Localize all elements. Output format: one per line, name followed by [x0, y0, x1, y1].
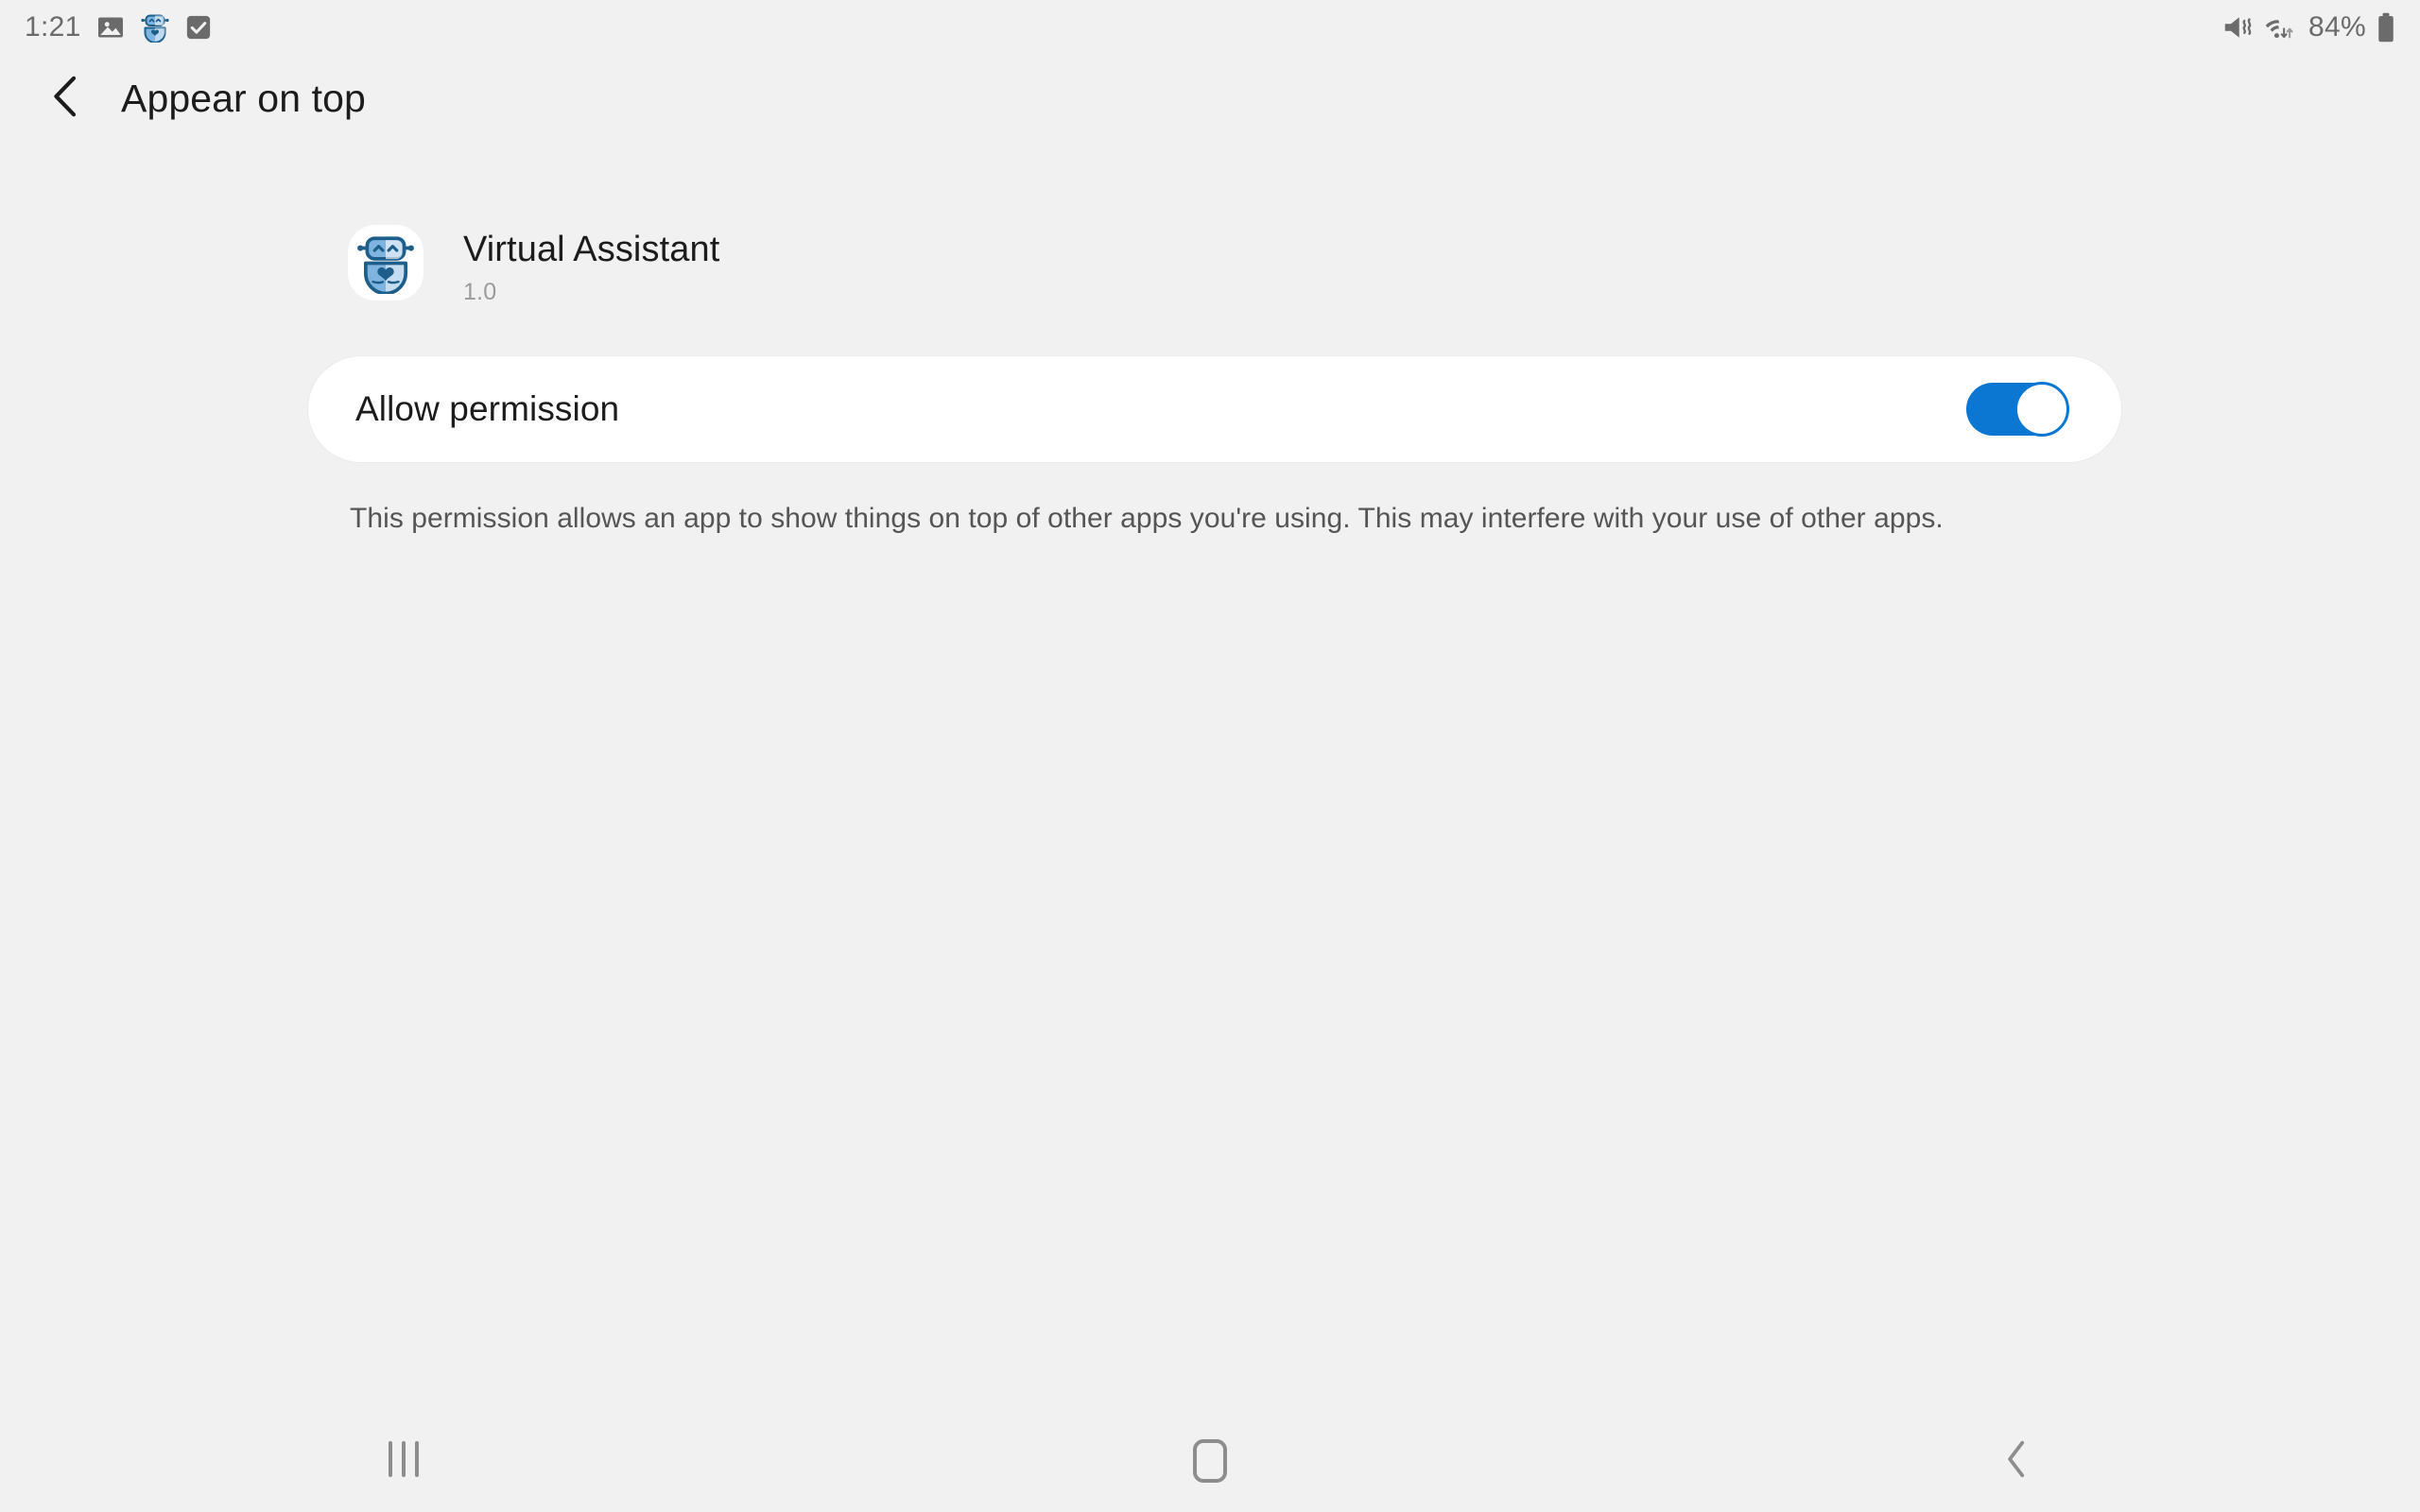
status-bar-left: 1:21	[25, 12, 212, 43]
checkbox-checked-icon	[185, 14, 212, 41]
chevron-left-icon	[47, 74, 85, 124]
system-navigation-bar	[0, 1410, 2420, 1512]
nav-recents-button[interactable]	[0, 1410, 806, 1512]
virtual-assistant-app-icon	[140, 12, 170, 43]
home-icon	[1192, 1439, 1227, 1483]
app-version: 1.0	[463, 278, 497, 305]
status-bar-right: 84%	[2222, 12, 2395, 43]
gallery-image-icon	[96, 13, 125, 42]
toggle-knob	[2014, 382, 2069, 437]
back-navigation-button[interactable]	[23, 55, 110, 142]
page-header: Appear on top	[0, 55, 2420, 142]
robot-assistant-icon	[348, 225, 424, 301]
app-name: Virtual Assistant	[463, 230, 720, 269]
nav-home-button[interactable]	[806, 1410, 1613, 1512]
android-settings-screen: 1:21 84% Appear on top Virtual Assistant…	[0, 0, 2420, 1512]
recents-icon	[384, 1440, 424, 1482]
allow-permission-row[interactable]: Allow permission	[307, 355, 2122, 463]
mute-vibrate-icon	[2222, 13, 2254, 42]
battery-icon	[2377, 12, 2395, 43]
status-bar: 1:21 84%	[0, 0, 2420, 55]
allow-permission-label: Allow permission	[355, 389, 620, 428]
wifi-data-transfer-icon	[2264, 13, 2298, 42]
back-icon	[2002, 1438, 2031, 1485]
status-clock: 1:21	[25, 11, 81, 43]
page-title: Appear on top	[121, 76, 366, 120]
nav-back-button[interactable]	[1614, 1410, 2420, 1512]
permission-description: This permission allows an app to show th…	[350, 503, 1944, 534]
allow-permission-toggle[interactable]	[1966, 382, 2069, 437]
app-text-block: Virtual Assistant 1.0	[463, 225, 719, 306]
battery-percentage-label: 84%	[2308, 11, 2366, 43]
app-summary: Virtual Assistant 1.0	[348, 225, 719, 306]
